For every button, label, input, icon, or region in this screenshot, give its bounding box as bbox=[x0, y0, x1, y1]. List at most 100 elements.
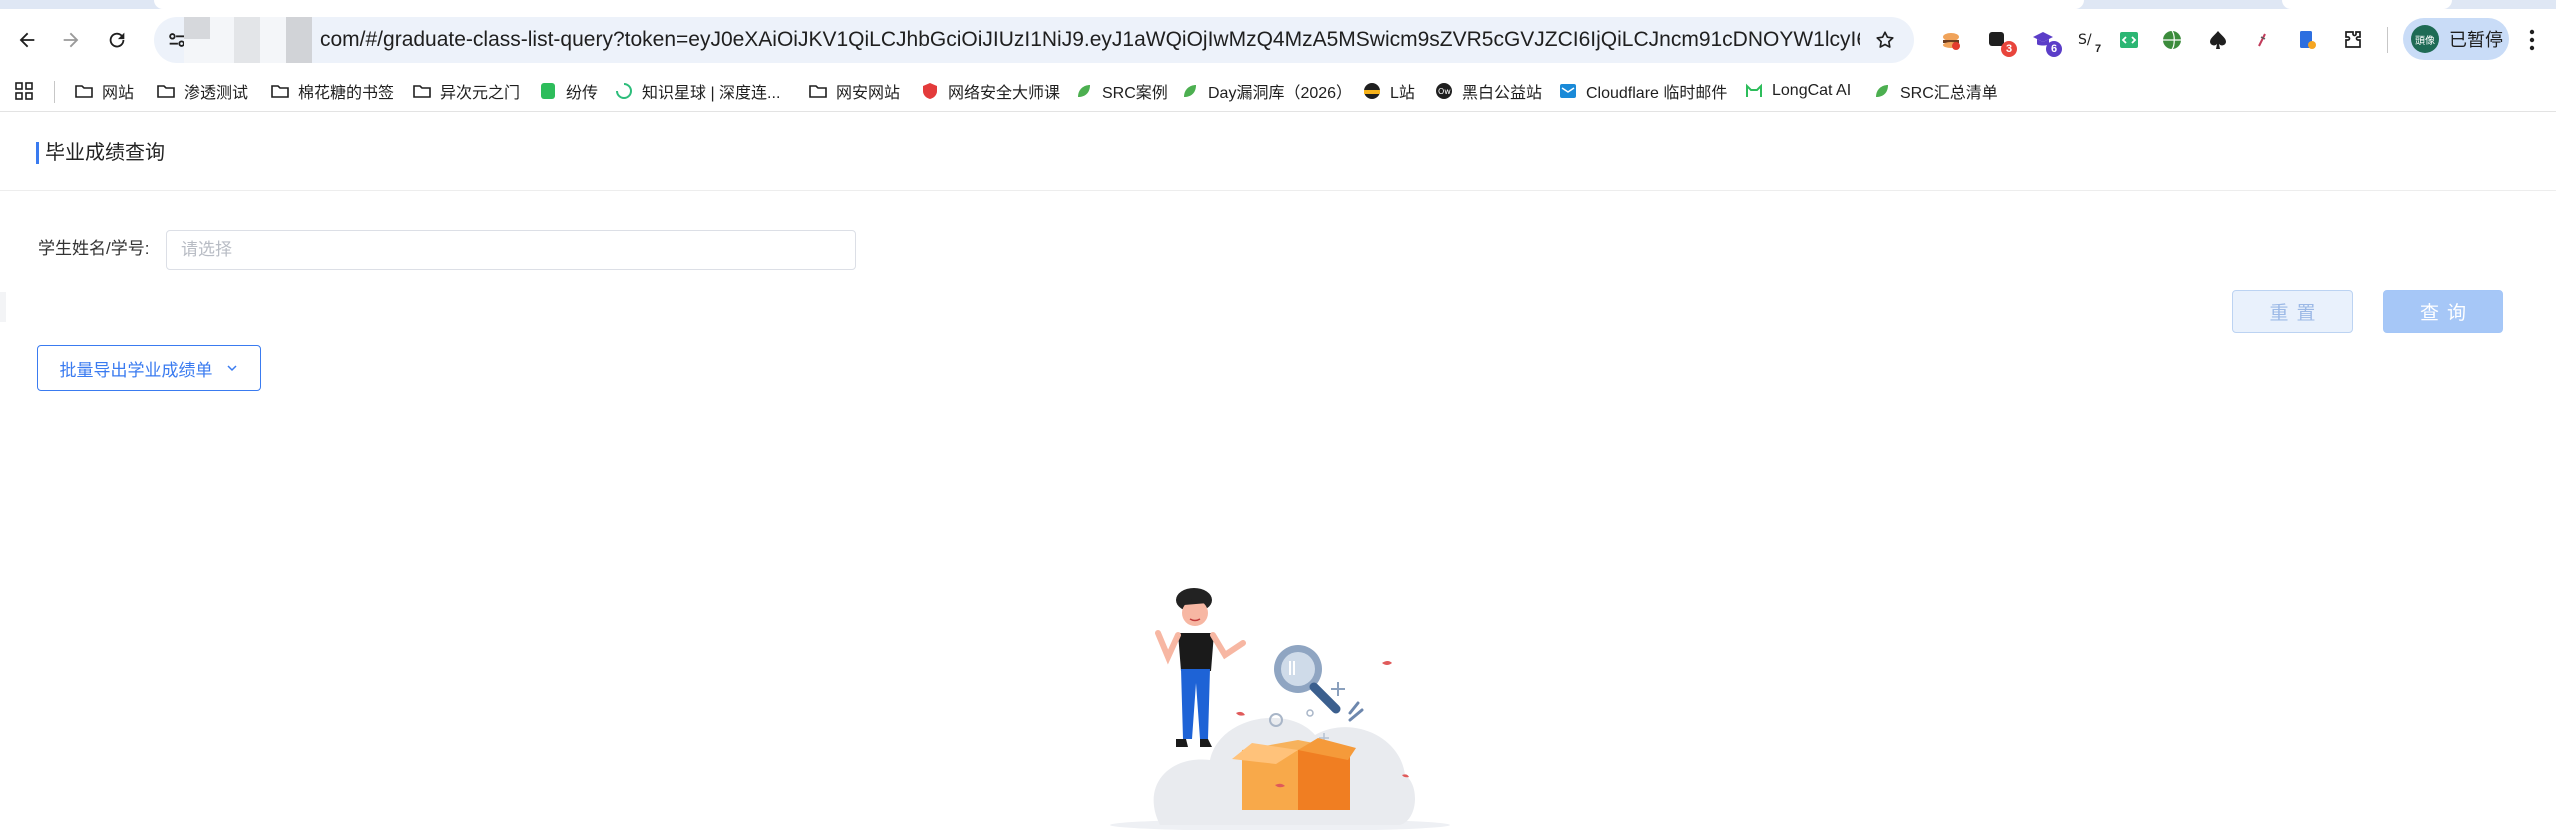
document-extension-icon bbox=[2300, 31, 2316, 49]
circle-icon: Ow bbox=[1434, 81, 1454, 101]
chevron-down-icon bbox=[226, 365, 237, 372]
extension-7-button[interactable] bbox=[2201, 23, 2235, 57]
person-left-arm bbox=[1155, 630, 1181, 665]
loading-icon bbox=[614, 81, 634, 101]
folder-icon bbox=[156, 81, 176, 101]
batch-export-dropdown[interactable]: 批量导出学业成绩单 bbox=[37, 345, 261, 391]
motion-lines bbox=[1348, 701, 1364, 722]
bookmark-star-button[interactable] bbox=[1870, 25, 1900, 55]
bookmark-l-site[interactable]: L站 bbox=[1362, 71, 1415, 111]
extensions-menu-button[interactable] bbox=[2336, 23, 2370, 57]
extension-4-button[interactable]: S/ 7 bbox=[2070, 23, 2104, 57]
person-shoes bbox=[1176, 739, 1212, 747]
address-bar[interactable]: com/#/graduate-class-list-query?token=ey… bbox=[154, 17, 1914, 63]
leaf-icon bbox=[1074, 81, 1094, 101]
spade-extension-icon bbox=[2210, 31, 2226, 49]
page-title: 毕业成绩查询 bbox=[45, 142, 165, 164]
person-jeans bbox=[1181, 669, 1210, 739]
plus-sparkle bbox=[1331, 682, 1345, 696]
puzzle-icon bbox=[2345, 31, 2361, 48]
profile-avatar: 頭像 bbox=[2411, 25, 2439, 53]
extension-5-button[interactable] bbox=[2112, 23, 2146, 57]
magnifier-handle bbox=[1309, 682, 1341, 714]
bookmark-fenchuan[interactable]: 纷传 bbox=[538, 71, 598, 111]
bookmark-src-summary[interactable]: SRC汇总清单 bbox=[1872, 71, 1998, 111]
export-label: 批量导出学业成绩单 bbox=[59, 360, 213, 380]
arrow-left-icon bbox=[19, 32, 35, 48]
bookmark-longcat-ai[interactable]: LongCat AI bbox=[1744, 71, 1851, 111]
extension-1-button[interactable] bbox=[1934, 23, 1968, 57]
shield-icon bbox=[920, 81, 940, 101]
bookmark-day-vuln-db[interactable]: Day漏洞库（2026） bbox=[1180, 71, 1352, 111]
badge-count: 6 bbox=[2046, 41, 2062, 57]
bookmark-folder-netsec-sites[interactable]: 网安网站 bbox=[808, 71, 900, 111]
reload-button[interactable] bbox=[100, 23, 134, 57]
bookmark-folder-cotton-candy[interactable]: 棉花糖的书签 bbox=[270, 71, 394, 111]
tab-strip bbox=[0, 0, 2556, 9]
bookmark-label: SRC案例 bbox=[1102, 85, 1168, 102]
code-extension-icon bbox=[2120, 32, 2138, 48]
query-button[interactable]: 查询 bbox=[2383, 290, 2503, 333]
forward-button[interactable] bbox=[54, 23, 88, 57]
extension-6-button[interactable] bbox=[2155, 23, 2189, 57]
svg-text:Ow: Ow bbox=[1438, 87, 1451, 96]
bookmark-cloudflare-temp-mail[interactable]: Cloudflare 临时邮件 bbox=[1558, 71, 1727, 111]
url-text[interactable]: com/#/graduate-class-list-query?token=ey… bbox=[320, 17, 1860, 63]
bookmark-zsxq[interactable]: 知识星球 | 深度连... bbox=[614, 71, 780, 111]
toolbar-divider bbox=[2387, 27, 2388, 53]
l-site-icon bbox=[1362, 81, 1382, 101]
sidebar-edge bbox=[0, 292, 6, 322]
extension-9-button[interactable] bbox=[2290, 23, 2324, 57]
bookmark-heibai[interactable]: Ow 黑白公益站 bbox=[1434, 71, 1542, 111]
search-label: 学生姓名/学号: bbox=[38, 239, 150, 258]
bookmark-label: 棉花糖的书签 bbox=[298, 85, 395, 102]
extension-3-button[interactable]: 6 bbox=[2026, 23, 2062, 57]
reload-icon bbox=[109, 32, 125, 48]
extension-2-button[interactable]: 3 bbox=[1981, 23, 2017, 57]
redacted-block bbox=[234, 17, 260, 63]
tab-edge[interactable] bbox=[2282, 0, 2452, 9]
title-accent-bar bbox=[36, 142, 39, 164]
cat-icon bbox=[1744, 81, 1764, 101]
profile-button[interactable]: 頭像 已暂停 bbox=[2403, 18, 2509, 60]
bookmark-label: Cloudflare 临时邮件 bbox=[1586, 85, 1728, 102]
leaf-icon bbox=[1180, 81, 1200, 101]
bookmark-label: 纷传 bbox=[566, 85, 599, 102]
browser-menu-button[interactable] bbox=[2522, 27, 2542, 53]
page-header: 毕业成绩查询 bbox=[0, 112, 2556, 191]
browser-toolbar: com/#/graduate-class-list-query?token=ey… bbox=[0, 9, 2556, 71]
student-search-input[interactable] bbox=[166, 230, 856, 270]
reset-button[interactable]: 重置 bbox=[2232, 290, 2353, 333]
badge-count: 7 bbox=[2094, 43, 2102, 55]
star-icon bbox=[1876, 31, 1894, 48]
apps-button[interactable] bbox=[14, 71, 34, 111]
hamburger-extension-icon bbox=[1943, 33, 1960, 50]
bookmark-label: 网站 bbox=[102, 85, 135, 102]
bookmark-src-cases[interactable]: SRC案例 bbox=[1074, 71, 1168, 111]
bookmark-label: 渗透测试 bbox=[184, 85, 249, 102]
bookmark-folder-wangzhan[interactable]: 网站 bbox=[74, 71, 134, 111]
apps-grid-icon bbox=[15, 82, 33, 100]
bookmark-label: 黑白公益站 bbox=[1462, 85, 1543, 102]
bookmark-label: 知识星球 | 深度连... bbox=[642, 85, 781, 102]
bookmark-security-masterclass[interactable]: 网络安全大师课 bbox=[920, 71, 1060, 111]
bookmark-label: Day漏洞库（2026） bbox=[1208, 85, 1353, 102]
bookmark-label: L站 bbox=[1390, 85, 1415, 102]
badge-count: 3 bbox=[2001, 41, 2017, 57]
back-button[interactable] bbox=[10, 23, 44, 57]
active-tab-edge[interactable] bbox=[154, 0, 2084, 9]
folder-icon bbox=[74, 81, 94, 101]
bookmark-label: 网安网站 bbox=[836, 85, 901, 102]
globe-extension-icon bbox=[2163, 30, 2181, 50]
extension-8-button[interactable] bbox=[2246, 23, 2280, 57]
magnifier-lens bbox=[1281, 652, 1315, 686]
folder-icon bbox=[808, 81, 828, 101]
bookmarks-divider bbox=[54, 81, 55, 103]
redacted-block bbox=[184, 17, 210, 39]
folder-icon bbox=[412, 81, 432, 101]
more-vert-icon bbox=[2529, 29, 2535, 51]
box-side bbox=[1298, 750, 1350, 810]
bookmark-folder-pentest[interactable]: 渗透测试 bbox=[156, 71, 248, 111]
confetti bbox=[1236, 711, 1245, 716]
bookmark-folder-otherworld-gate[interactable]: 异次元之门 bbox=[412, 71, 520, 111]
